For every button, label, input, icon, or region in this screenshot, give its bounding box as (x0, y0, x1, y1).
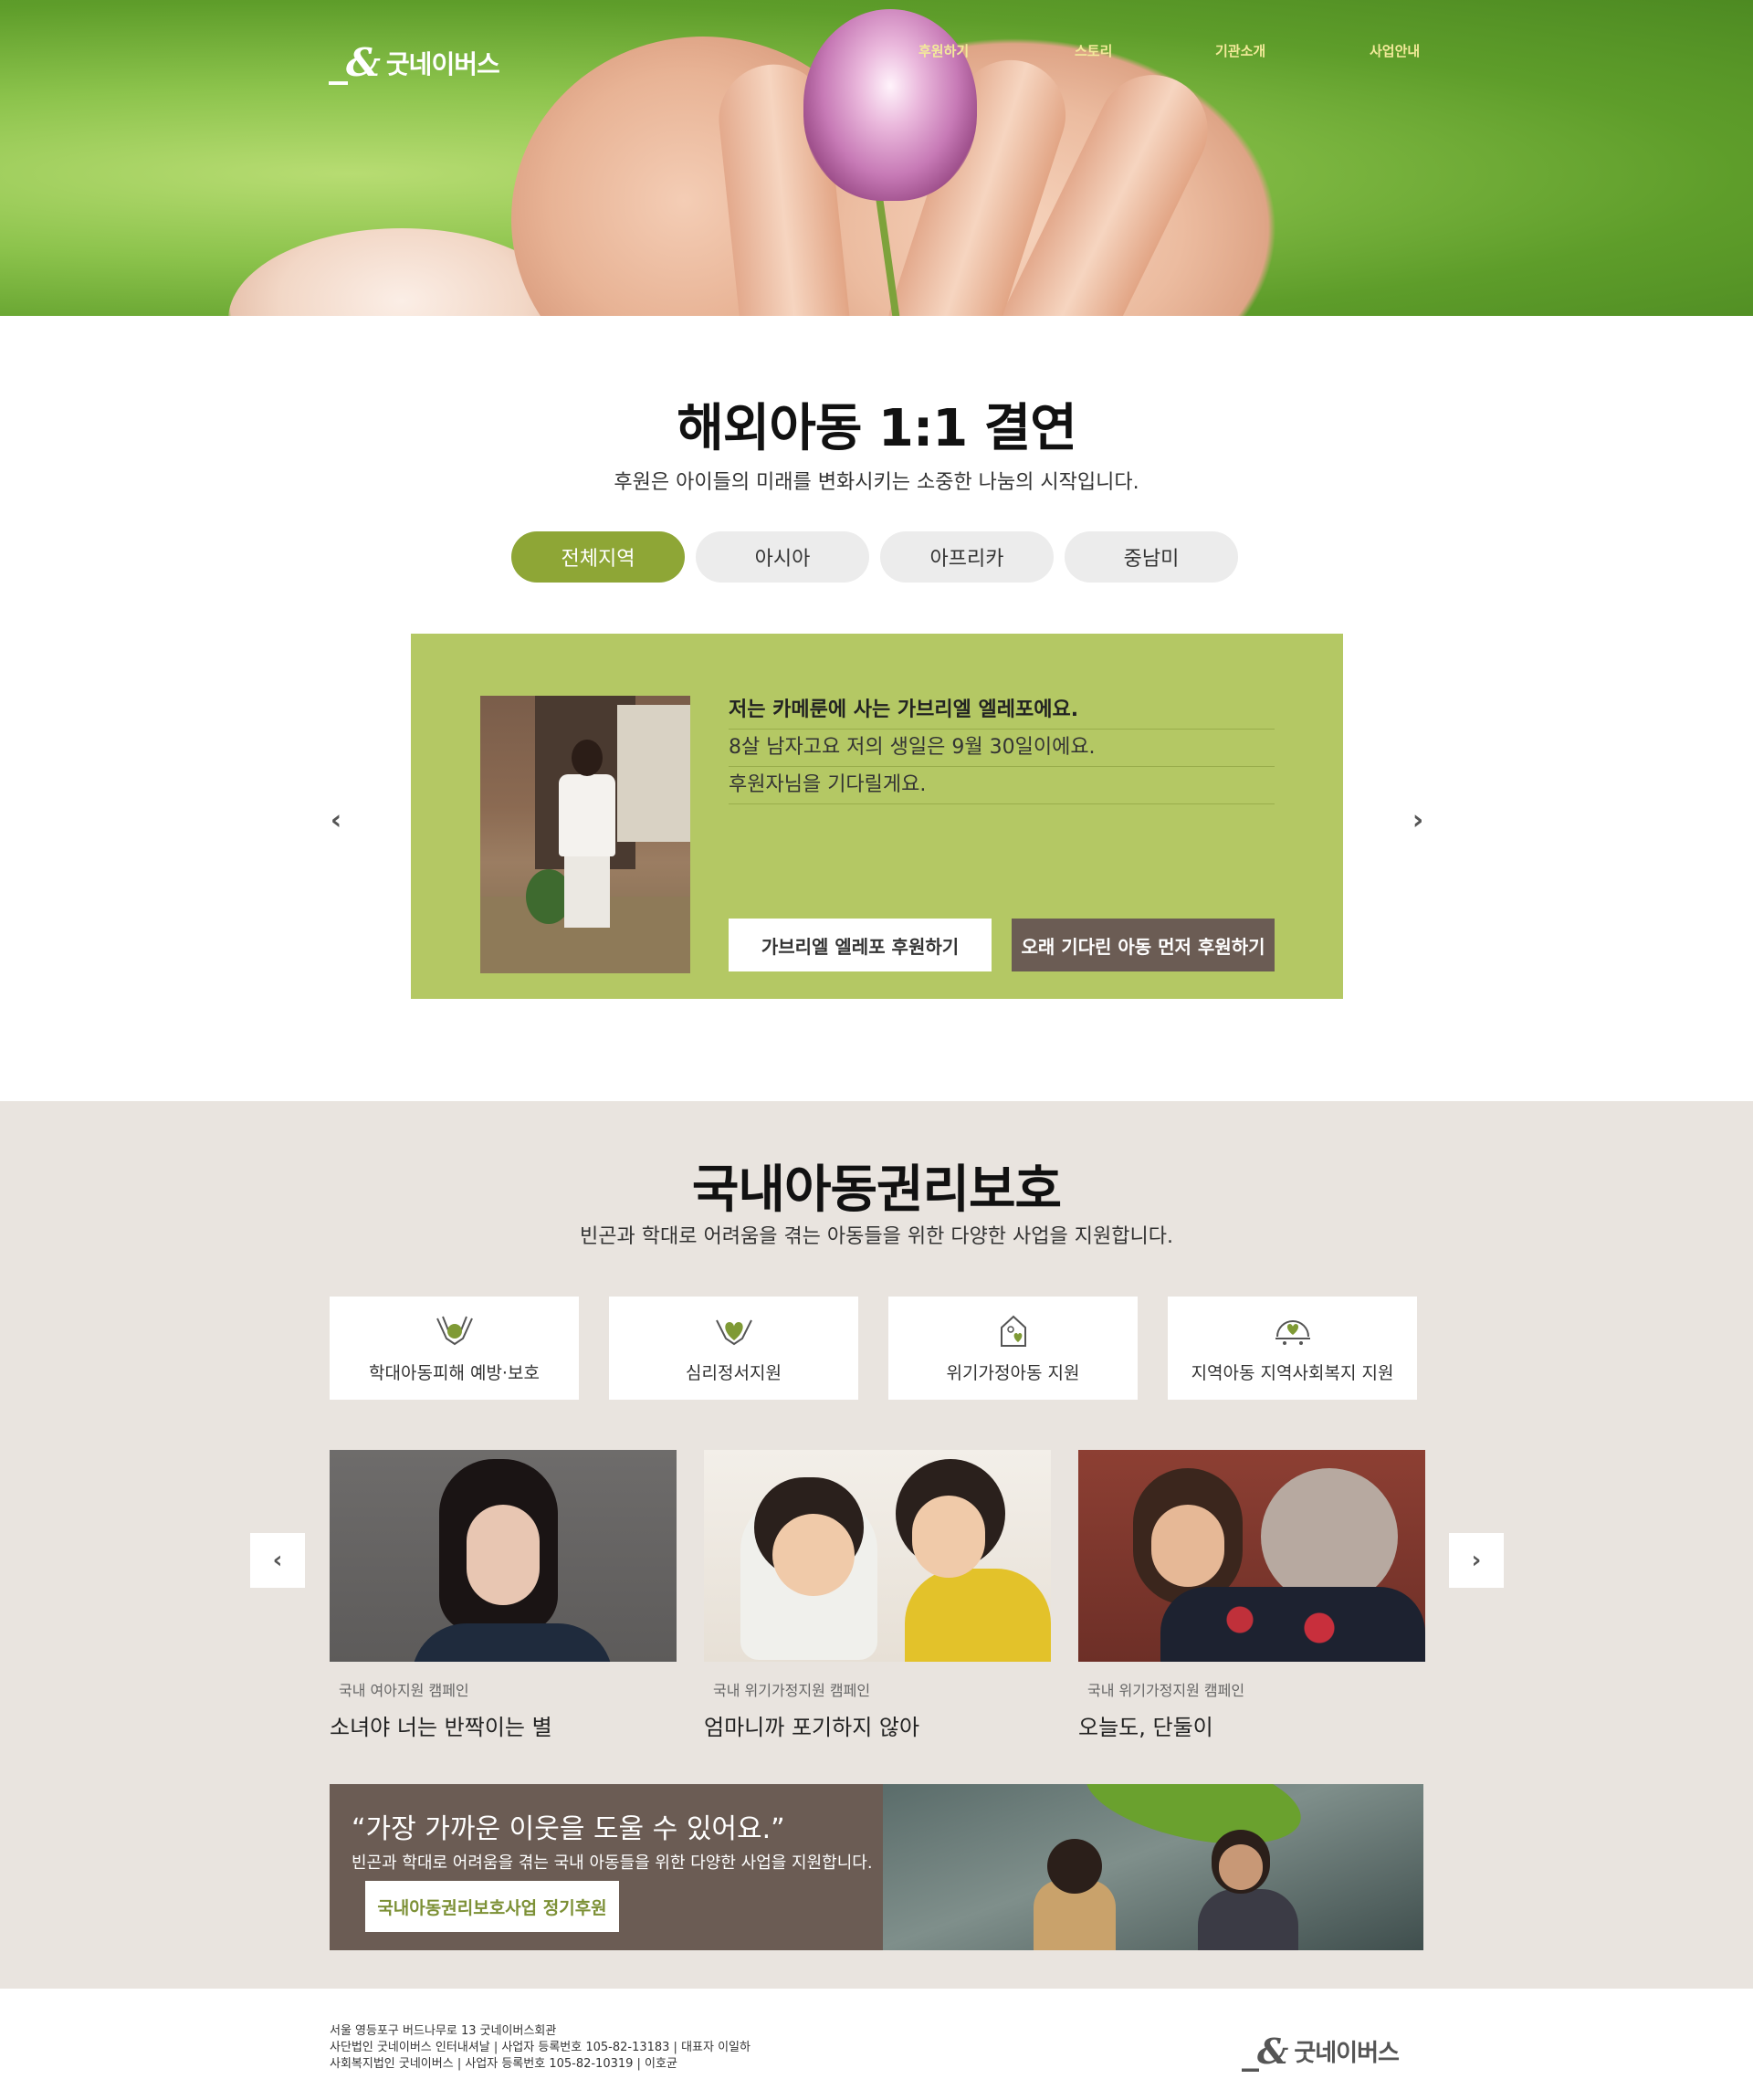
next-campaign-button[interactable]: › (1449, 1533, 1504, 1588)
category-label: 학대아동피해 예방·보호 (369, 1363, 540, 1383)
campaign-tag: 국내 여아지원 캠페인 (339, 1682, 469, 1699)
sponsor-waiting-child-button[interactable]: 오래 기다린 아동 먼저 후원하기 (1012, 919, 1275, 971)
nav-about[interactable]: 기관소개 (1215, 41, 1265, 60)
hands-heart-icon (434, 1312, 476, 1349)
main-nav: 후원하기 스토리 기관소개 사업안내 (0, 41, 1753, 68)
prev-child-arrow[interactable]: ‹ (318, 802, 354, 838)
child-intro: 저는 카메룬에 사는 가브리엘 엘레포에요. 8살 남자고요 저의 생일은 9월… (729, 692, 1275, 804)
regular-donation-button[interactable]: 국내아동권리보호사업 정기후원 (365, 1881, 619, 1932)
domestic-title: 국내아동권리보호 (691, 1160, 1062, 1220)
child-intro-line: 저는 카메룬에 사는 가브리엘 엘레포에요. (729, 692, 1275, 730)
campaign-card[interactable]: 국내 위기가정지원 캠페인 오늘도, 단둘이 (1078, 1450, 1425, 1741)
site-footer: 서울 영등포구 버드나무로 13 굿네이버스회관 사단법인 굿네이버스 인터내셔… (0, 1989, 1753, 2100)
domestic-subtitle: 빈곤과 학대로 어려움을 겪는 아동들을 위한 다양한 사업을 지원합니다. (580, 1225, 1173, 1248)
campaign-list: 국내 여아지원 캠페인 소녀야 너는 반짝이는 별 국내 위기가정지원 캠페인 … (330, 1450, 1425, 1741)
tab-latin-america[interactable]: 중남미 (1065, 531, 1238, 583)
campaign-tag: 국내 위기가정지원 캠페인 (713, 1682, 871, 1699)
footer-org-international: 사단법인 굿네이버스 인터내셔날 | 사업자 등록번호 105-82-13183… (330, 2041, 751, 2054)
region-tabs: 전체지역 아시아 아프리카 중남미 (511, 531, 1238, 583)
footer-org-welfare: 사회복지법인 굿네이버스 | 사업자 등록번호 105-82-10319 | 이… (330, 2057, 677, 2071)
logo-text: 굿네이버스 (1294, 2040, 1400, 2067)
next-child-arrow[interactable]: › (1400, 802, 1436, 838)
category-community-welfare[interactable]: 지역아동 지역사회복지 지원 (1168, 1297, 1417, 1400)
category-psychological-support[interactable]: 심리정서지원 (609, 1297, 858, 1400)
campaign-image (330, 1450, 677, 1662)
child-card: 저는 카메룬에 사는 가브리엘 엘레포에요. 8살 남자고요 저의 생일은 9월… (411, 634, 1343, 999)
hero-banner: _& 굿네이버스 후원하기 스토리 기관소개 사업안내 (0, 0, 1753, 316)
category-crisis-family[interactable]: 위기가정아동 지원 (888, 1297, 1138, 1400)
nav-business[interactable]: 사업안내 (1370, 41, 1420, 60)
banner-description: 빈곤과 학대로 어려움을 겪는 국내 아동들을 위한 다양한 사업을 지원합니다… (352, 1853, 873, 1873)
program-categories: 학대아동피해 예방·보호 심리정서지원 위기가정아동 지원 지역아동 지역사회복… (330, 1297, 1417, 1400)
clover-flower (803, 9, 977, 201)
logo-mark: _& (1242, 2031, 1288, 2072)
overseas-title: 해외아동 1:1 결연 (677, 399, 1076, 458)
domestic-section: 국내아동권리보호 빈곤과 학대로 어려움을 겪는 아동들을 위한 다양한 사업을… (0, 1101, 1753, 1989)
category-abuse-prevention[interactable]: 학대아동피해 예방·보호 (330, 1297, 579, 1400)
child-intro-line: 후원자님을 기다릴게요. (729, 767, 1275, 804)
category-label: 지역아동 지역사회복지 지원 (1191, 1363, 1394, 1383)
campaign-image (1078, 1450, 1425, 1662)
banner-quote: “가장 가까운 이웃을 도울 수 있어요.” (352, 1813, 785, 1845)
nav-donate[interactable]: 후원하기 (918, 41, 969, 60)
tab-africa[interactable]: 아프리카 (880, 531, 1054, 583)
community-heart-icon (1272, 1312, 1314, 1349)
tab-all-regions[interactable]: 전체지역 (511, 531, 685, 583)
child-photo (480, 696, 690, 973)
campaign-image (704, 1450, 1051, 1662)
footer-info: 서울 영등포구 버드나무로 13 굿네이버스회관 사단법인 굿네이버스 인터내셔… (330, 2023, 751, 2073)
overseas-section: 해외아동 1:1 결연 후원은 아이들의 미래를 변화시키는 소중한 나눔의 시… (0, 316, 1753, 1101)
house-heart-icon (992, 1312, 1034, 1349)
campaign-card[interactable]: 국내 여아지원 캠페인 소녀야 너는 반짝이는 별 (330, 1450, 677, 1741)
heart-hands-icon (713, 1312, 755, 1349)
regular-donation-banner: “가장 가까운 이웃을 도울 수 있어요.” 빈곤과 학대로 어려움을 겪는 국… (330, 1784, 1423, 1950)
category-label: 위기가정아동 지원 (946, 1363, 1080, 1383)
child-intro-line: 8살 남자고요 저의 생일은 9월 30일이에요. (729, 730, 1275, 767)
campaign-title: 소녀야 너는 반짝이는 별 (330, 1715, 552, 1740)
prev-campaign-button[interactable]: ‹ (250, 1533, 305, 1588)
footer-address: 서울 영등포구 버드나무로 13 굿네이버스회관 (330, 2024, 557, 2038)
footer-logo[interactable]: _& 굿네이버스 (1242, 2031, 1400, 2072)
campaign-card[interactable]: 국내 위기가정지원 캠페인 엄마니까 포기하지 않아 (704, 1450, 1051, 1741)
campaign-title: 엄마니까 포기하지 않아 (704, 1715, 920, 1740)
campaign-tag: 국내 위기가정지원 캠페인 (1087, 1682, 1245, 1699)
campaign-title: 오늘도, 단둘이 (1078, 1715, 1213, 1740)
overseas-subtitle: 후원은 아이들의 미래를 변화시키는 소중한 나눔의 시작입니다. (614, 471, 1139, 494)
banner-image (883, 1784, 1423, 1950)
nav-story[interactable]: 스토리 (1075, 41, 1112, 60)
tab-asia[interactable]: 아시아 (696, 531, 869, 583)
banner-text-panel: “가장 가까운 이웃을 도울 수 있어요.” 빈곤과 학대로 어려움을 겪는 국… (330, 1784, 883, 1950)
category-label: 심리정서지원 (686, 1363, 782, 1383)
sponsor-child-button[interactable]: 가브리엘 엘레포 후원하기 (729, 919, 992, 971)
